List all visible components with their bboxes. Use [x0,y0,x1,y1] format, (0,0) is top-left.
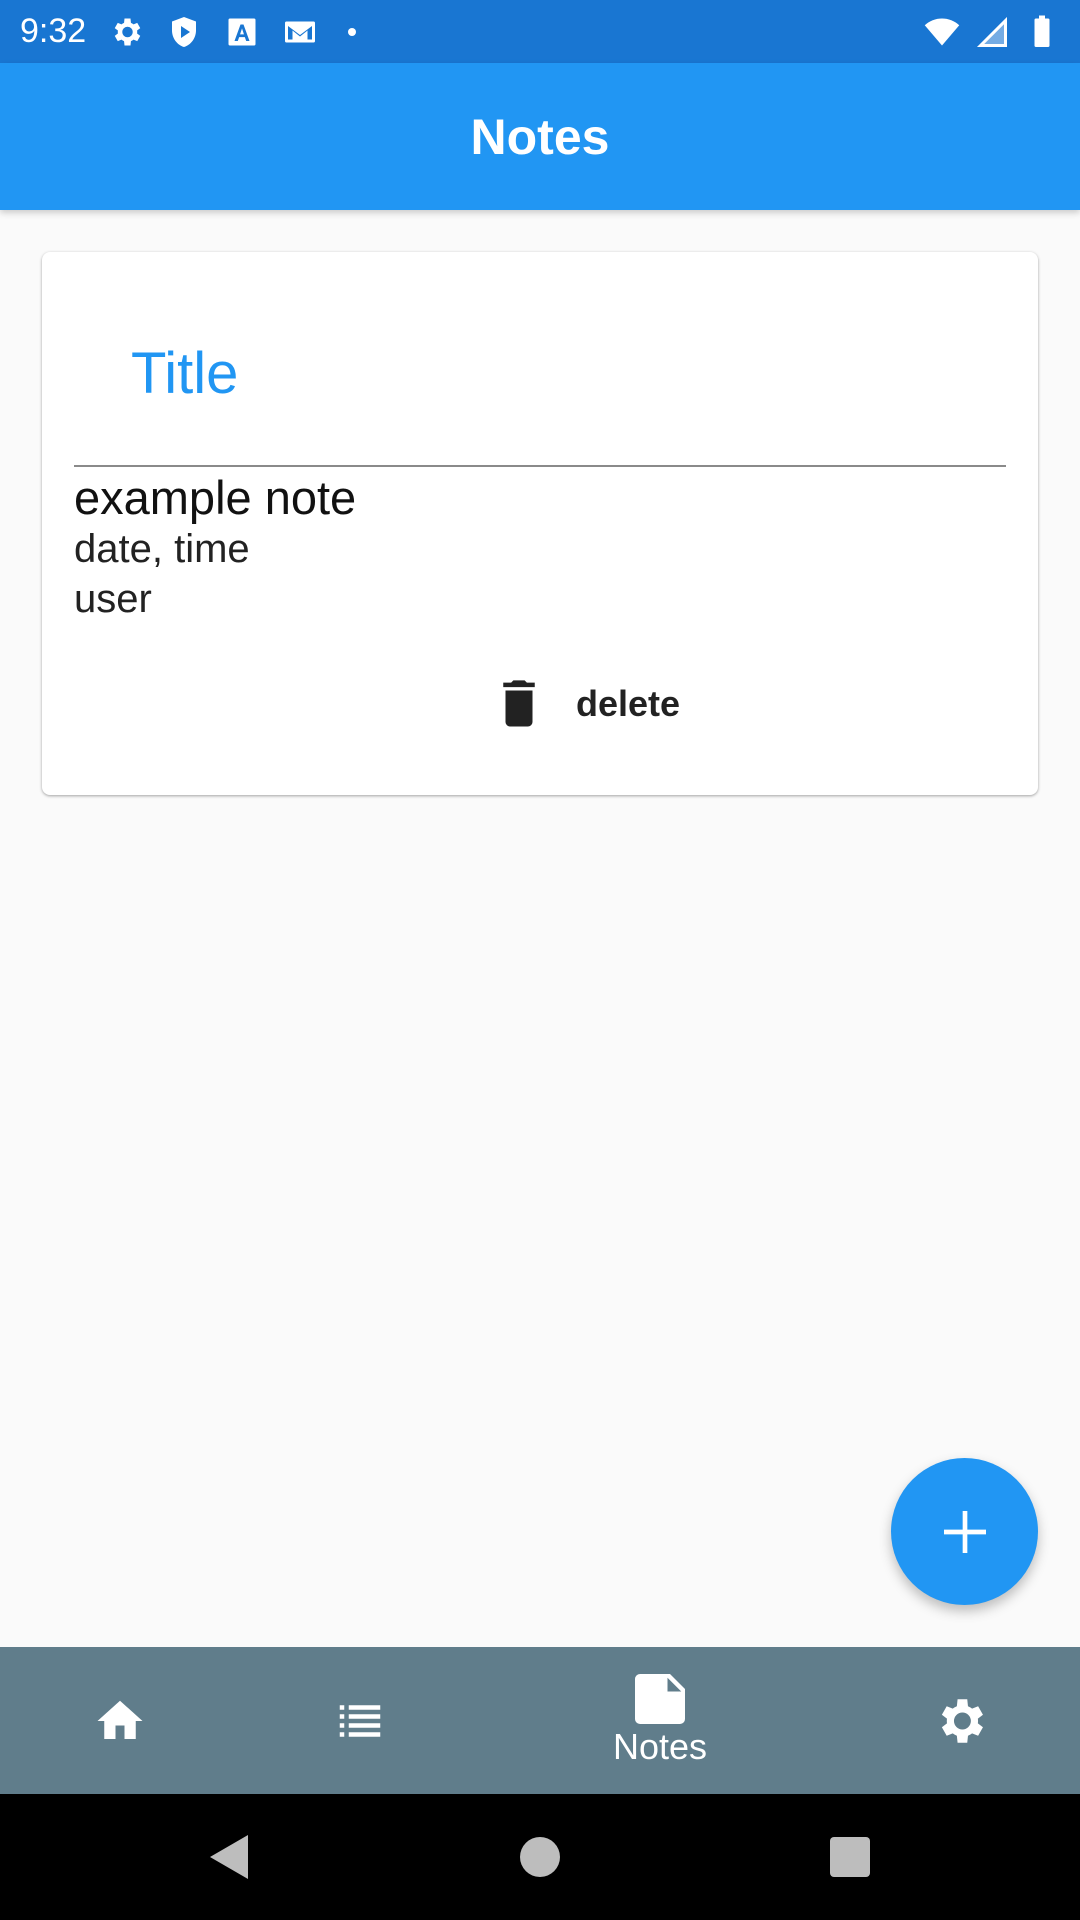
wifi-icon [924,14,960,50]
home-icon [97,1700,143,1739]
add-note-button[interactable] [891,1458,1038,1605]
battery-icon [1024,14,1060,50]
note-text: example note [74,471,357,524]
shield-play-icon [166,14,202,50]
gmail-icon [282,14,318,50]
nav-item-home[interactable] [60,1647,180,1794]
plus-icon [943,1510,986,1553]
note-user: user [74,577,152,621]
status-system-icons [924,14,1060,50]
status-bar: 9:32 [0,0,1080,63]
note-icon [635,1673,685,1724]
list-icon [339,1704,381,1737]
nav-item-notes[interactable]: Notes [560,1647,760,1794]
status-notification-icons [108,14,357,50]
cell-signal-icon [974,14,1010,50]
home-circle-icon [520,1837,560,1877]
settings-icon [108,14,144,50]
system-navigation-bar [0,1794,1080,1920]
system-home-button[interactable] [500,1794,580,1920]
page-title: Notes [470,108,610,165]
nav-label-notes: Notes [612,1725,708,1767]
divider [74,465,1006,467]
font-download-icon [224,14,260,50]
note-card: Title example note date, time user delet… [42,252,1038,795]
settings-icon [941,1698,983,1743]
status-time: 9:32 [20,12,87,50]
system-recents-button[interactable] [810,1794,890,1920]
bottom-navigation: Notes [0,1647,1080,1794]
nav-item-list[interactable] [300,1647,420,1794]
note-date: date, time [74,527,250,571]
note-title: Title [131,341,239,406]
delete-button[interactable]: delete [482,668,690,740]
system-back-button[interactable] [190,1794,270,1920]
back-triangle-icon [210,1835,248,1879]
recents-square-icon [830,1837,870,1877]
app-bar: Notes [0,63,1080,210]
delete-label: delete [576,683,681,724]
notification-dot [348,27,357,36]
nav-item-settings[interactable] [900,1647,1020,1794]
trash-icon [492,677,546,731]
